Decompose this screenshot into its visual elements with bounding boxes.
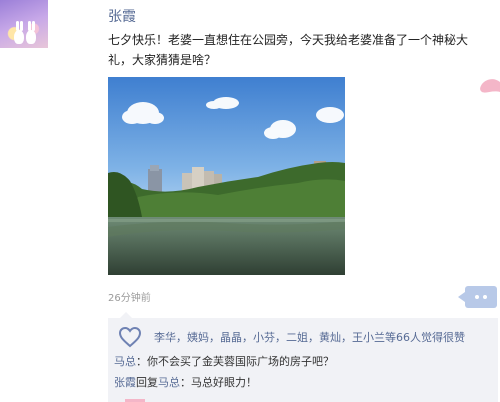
reply-target[interactable]: 马总 — [158, 376, 180, 389]
comment-item[interactable]: 马总：你不会买了金芙蓉国际广场的房子吧？ — [114, 354, 334, 370]
post-author-name[interactable]: 张霞 — [108, 6, 136, 26]
heart-outline-icon[interactable] — [118, 326, 142, 348]
avatar[interactable] — [0, 0, 48, 48]
more-dots-icon — [475, 295, 479, 299]
comment-text: 马总好眼力！ — [191, 376, 257, 389]
pink-heart-icon — [480, 79, 500, 93]
likes-comments-panel: 李华，姨妈，晶晶，小芬，二姐，黄灿，王小兰等66人觉得很赞 马总：你不会买了金芙… — [108, 312, 498, 402]
comment-separator: ： — [180, 376, 191, 389]
comment-separator: ： — [136, 355, 147, 368]
bunny-icon — [14, 21, 24, 44]
like-count: 等66人觉得很赞 — [385, 331, 465, 344]
comment-author[interactable]: 马总 — [114, 355, 136, 368]
more-button[interactable] — [458, 286, 497, 308]
bunny-icon — [26, 21, 36, 44]
comment-item[interactable]: 张霞回复马总：马总好眼力！ — [114, 375, 257, 391]
comment-author[interactable]: 张霞 — [114, 376, 136, 389]
reply-word: 回复 — [136, 376, 158, 389]
likers-list[interactable]: 李华，姨妈，晶晶，小芬，二姐，黄灿，王小兰等66人觉得很赞 — [154, 329, 465, 345]
comment-text: 你不会买了金芙蓉国际广场的房子吧？ — [147, 355, 334, 368]
post-photo[interactable] — [108, 77, 345, 275]
liker-names[interactable]: 李华，姨妈，晶晶，小芬，二姐，黄灿，王小兰 — [154, 331, 385, 344]
park-lake-image — [108, 77, 345, 275]
post-text: 七夕快乐！老婆一直想住在公园旁，今天我给老婆准备了一个神秘大礼，大家猜猜是啥？ — [108, 33, 469, 67]
post-timestamp: 26分钟前 — [108, 293, 151, 304]
likes-row: 李华，姨妈，晶晶，小芬，二姐，黄灿，王小兰等66人觉得很赞 — [118, 326, 465, 348]
